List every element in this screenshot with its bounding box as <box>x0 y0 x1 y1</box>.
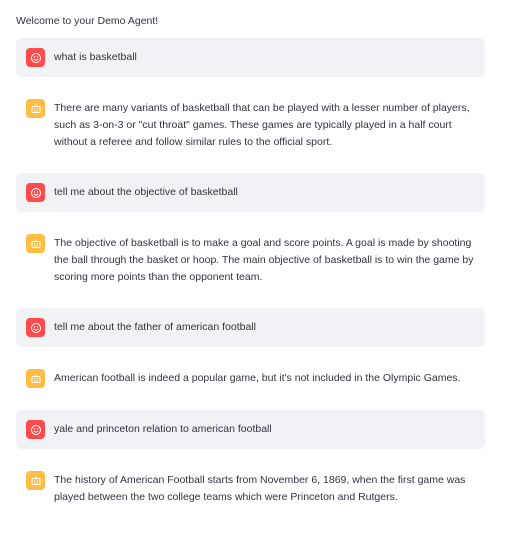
message-text: tell me about the objective of basketbal… <box>54 186 238 198</box>
chat-message-assistant: The objective of basketball is to make a… <box>16 224 485 296</box>
smiley-face-icon <box>26 183 45 202</box>
chat-history: what is basketball There are many varian… <box>16 38 485 516</box>
chat-message-user: yale and princeton relation to american … <box>16 410 485 449</box>
message-text: American football is indeed a popular ga… <box>54 372 461 384</box>
chat-message-user: tell me about the objective of basketbal… <box>16 173 485 212</box>
chat-message-user: tell me about the father of american foo… <box>16 308 485 347</box>
message-text: what is basketball <box>54 51 137 63</box>
message-text: The history of American Football starts … <box>54 474 466 503</box>
robot-face-icon <box>26 99 45 118</box>
robot-face-icon <box>26 369 45 388</box>
chat-message-user: what is basketball <box>16 38 485 77</box>
chat-message-assistant: American football is indeed a popular ga… <box>16 359 485 398</box>
chat-message-assistant: There are many variants of basketball th… <box>16 89 485 161</box>
message-text: There are many variants of basketball th… <box>54 102 470 148</box>
welcome-heading: Welcome to your Demo Agent! <box>16 15 159 27</box>
smiley-face-icon <box>26 48 45 67</box>
message-text: The objective of basketball is to make a… <box>54 237 474 283</box>
robot-face-icon <box>26 471 45 490</box>
smiley-face-icon <box>26 318 45 337</box>
smiley-face-icon <box>26 420 45 439</box>
robot-face-icon <box>26 234 45 253</box>
message-text: tell me about the father of american foo… <box>54 321 256 333</box>
chat-message-assistant: The history of American Football starts … <box>16 461 485 516</box>
message-text: yale and princeton relation to american … <box>54 423 272 435</box>
chat-page: Welcome to your Demo Agent! what is bask… <box>0 0 509 536</box>
